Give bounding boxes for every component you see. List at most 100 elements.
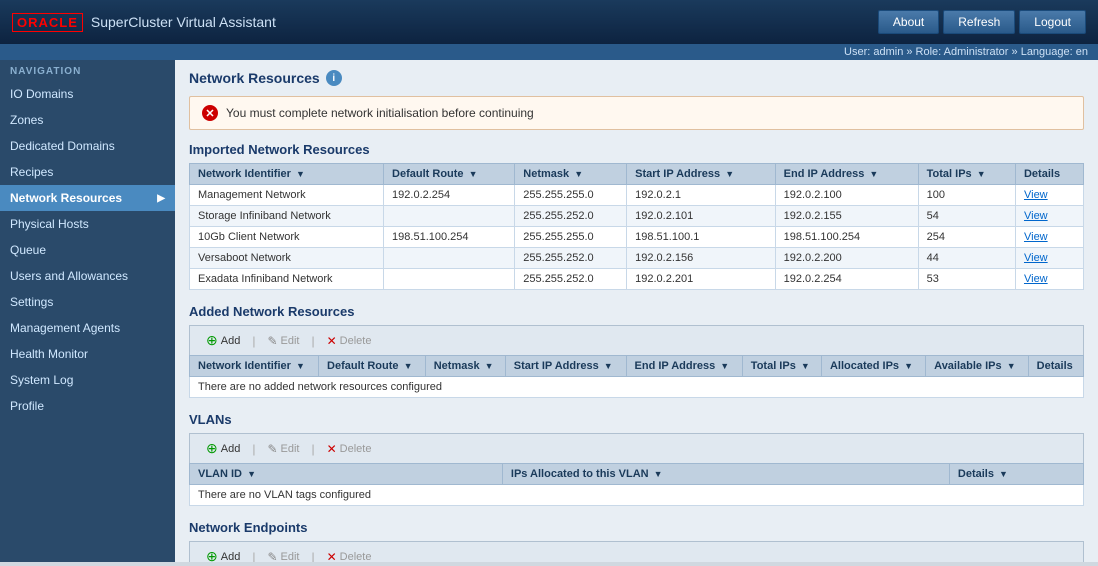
logout-button[interactable]: Logout [1019,10,1086,34]
sidebar-item-users-allowances[interactable]: Users and Allowances [0,263,175,289]
col-end-ip[interactable]: End IP Address ▼ [775,164,918,185]
endpoints-section-title: Network Endpoints [189,520,1084,535]
endpoints-add-button[interactable]: ⊕ Add [198,546,248,562]
endpoints-section: Network Endpoints ⊕ Add | ✎ Edit | ✕ Del… [189,520,1084,562]
page-title: Network Resources [189,70,320,86]
endpoints-edit-button[interactable]: ✎ Edit [259,548,307,563]
imported-cell-details[interactable]: View [1015,206,1083,227]
imported-cell-details[interactable]: View [1015,185,1083,206]
imported-row: 10Gb Client Network 198.51.100.254 255.2… [190,227,1084,248]
imported-cell-network-id: Exadata Infiniband Network [190,269,384,290]
imported-cell-start-ip: 198.51.100.1 [627,227,776,248]
vsep1: | [252,442,255,456]
imported-cell-start-ip: 192.0.2.1 [627,185,776,206]
acol-available-ips[interactable]: Available IPs ▼ [926,356,1029,377]
imported-cell-end-ip: 192.0.2.254 [775,269,918,290]
endpoints-delete-icon: ✕ [327,550,337,563]
alert-box: ✕ You must complete network initialisati… [189,96,1084,130]
vlans-edit-icon: ✎ [267,442,277,456]
imported-cell-end-ip: 192.0.2.200 [775,248,918,269]
esep2: | [311,550,314,563]
imported-row: Exadata Infiniband Network 255.255.252.0… [190,269,1084,290]
endpoints-edit-icon: ✎ [267,550,277,563]
imported-cell-details[interactable]: View [1015,269,1083,290]
status-bar: User: admin » Role: Administrator » Lang… [0,44,1098,60]
vlans-empty-message: There are no VLAN tags configured [190,485,1084,506]
page-title-row: Network Resources i [189,70,1084,86]
imported-cell-default-route [384,206,515,227]
layout: NAVIGATION IO Domains Zones Dedicated Do… [0,60,1098,562]
imported-cell-netmask: 255.255.252.0 [515,269,627,290]
acol-total-ips[interactable]: Total IPs ▼ [742,356,821,377]
esep1: | [252,550,255,563]
added-add-button[interactable]: ⊕ Add [198,330,248,351]
imported-cell-network-id: Versaboot Network [190,248,384,269]
sidebar-item-management-agents[interactable]: Management Agents [0,315,175,341]
acol-default-route[interactable]: Default Route ▼ [319,356,426,377]
main-content: Network Resources i ✕ You must complete … [175,60,1098,562]
imported-cell-netmask: 255.255.252.0 [515,248,627,269]
vlans-delete-icon: ✕ [327,442,337,456]
vlans-table: VLAN ID ▼ IPs Allocated to this VLAN ▼ D… [189,463,1084,506]
added-edit-button[interactable]: ✎ Edit [259,332,307,350]
col-total-ips[interactable]: Total IPs ▼ [918,164,1015,185]
vcol-ips-allocated[interactable]: IPs Allocated to this VLAN ▼ [502,464,949,485]
imported-cell-default-route: 192.0.2.254 [384,185,515,206]
added-delete-button[interactable]: ✕ Delete [319,332,380,350]
vlans-edit-button[interactable]: ✎ Edit [259,440,307,458]
vlans-add-button[interactable]: ⊕ Add [198,438,248,459]
endpoints-add-icon: ⊕ [206,548,218,562]
sidebar-item-dedicated-domains[interactable]: Dedicated Domains [0,133,175,159]
sidebar-item-zones[interactable]: Zones [0,107,175,133]
imported-row: Storage Infiniband Network 255.255.252.0… [190,206,1084,227]
sidebar-item-queue[interactable]: Queue [0,237,175,263]
imported-cell-end-ip: 192.0.2.155 [775,206,918,227]
imported-cell-total-ips: 44 [918,248,1015,269]
added-empty-message: There are no added network resources con… [190,377,1084,398]
col-start-ip[interactable]: Start IP Address ▼ [627,164,776,185]
col-network-id[interactable]: Network Identifier ▼ [190,164,384,185]
status-text: User: admin » Role: Administrator » Lang… [844,46,1088,58]
acol-network-id[interactable]: Network Identifier ▼ [190,356,319,377]
acol-netmask[interactable]: Netmask ▼ [425,356,505,377]
header-buttons: About Refresh Logout [878,10,1086,34]
sidebar-item-physical-hosts[interactable]: Physical Hosts [0,211,175,237]
imported-cell-details[interactable]: View [1015,248,1083,269]
info-icon[interactable]: i [326,70,342,86]
acol-end-ip[interactable]: End IP Address ▼ [626,356,742,377]
acol-start-ip[interactable]: Start IP Address ▼ [505,356,626,377]
sidebar-item-profile[interactable]: Profile [0,393,175,419]
refresh-button[interactable]: Refresh [943,10,1015,34]
imported-cell-total-ips: 254 [918,227,1015,248]
imported-cell-start-ip: 192.0.2.101 [627,206,776,227]
sep1: | [252,334,255,348]
col-netmask[interactable]: Netmask ▼ [515,164,627,185]
imported-cell-netmask: 255.255.252.0 [515,206,627,227]
brand: ORACLE SuperCluster Virtual Assistant [12,13,878,32]
imported-cell-start-ip: 192.0.2.156 [627,248,776,269]
vlans-delete-button[interactable]: ✕ Delete [319,440,380,458]
nav-header: NAVIGATION [0,60,175,81]
sidebar-item-health-monitor[interactable]: Health Monitor [0,341,175,367]
imported-cell-network-id: Management Network [190,185,384,206]
endpoints-delete-button[interactable]: ✕ Delete [319,548,380,563]
about-button[interactable]: About [878,10,939,34]
imported-cell-netmask: 255.255.255.0 [515,185,627,206]
vcol-details[interactable]: Details ▼ [949,464,1083,485]
vsep2: | [311,442,314,456]
vlans-toolbar: ⊕ Add | ✎ Edit | ✕ Delete [189,433,1084,463]
col-default-route[interactable]: Default Route ▼ [384,164,515,185]
sidebar-item-settings[interactable]: Settings [0,289,175,315]
sidebar-item-io-domains[interactable]: IO Domains [0,81,175,107]
sidebar-item-network-resources[interactable]: Network Resources ▶ [0,185,175,211]
imported-row: Versaboot Network 255.255.252.0 192.0.2.… [190,248,1084,269]
added-table: Network Identifier ▼ Default Route ▼ Net… [189,355,1084,398]
imported-cell-network-id: 10Gb Client Network [190,227,384,248]
vcol-vlan-id[interactable]: VLAN ID ▼ [190,464,503,485]
vlans-empty-row: There are no VLAN tags configured [190,485,1084,506]
added-section: Added Network Resources ⊕ Add | ✎ Edit |… [189,304,1084,398]
sidebar-item-system-log[interactable]: System Log [0,367,175,393]
imported-cell-details[interactable]: View [1015,227,1083,248]
sidebar-item-recipes[interactable]: Recipes [0,159,175,185]
acol-allocated-ips[interactable]: Allocated IPs ▼ [821,356,925,377]
